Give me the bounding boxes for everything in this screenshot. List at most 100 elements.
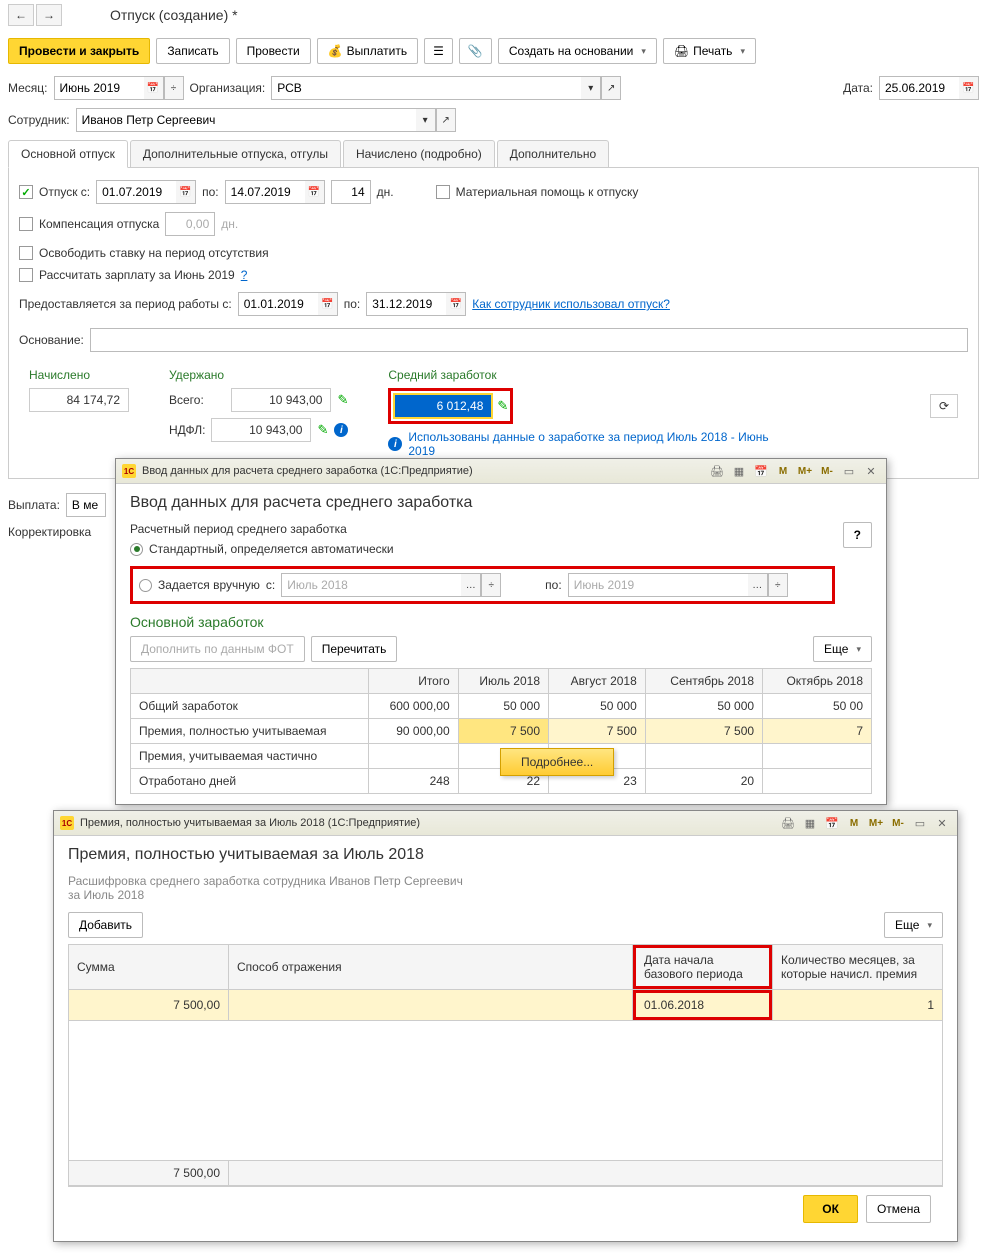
work-period-label: Предоставляется за период работы с: xyxy=(19,297,232,311)
table-header[interactable]: Сумма xyxy=(69,945,229,990)
table-header[interactable]: Дата начала базового периода xyxy=(633,945,773,990)
refresh-button[interactable]: ⟳ xyxy=(930,394,958,418)
close-icon[interactable]: ✕ xyxy=(862,463,880,479)
avg-earnings-value: 6 012,48 xyxy=(393,393,493,419)
m-minus-button[interactable]: M- xyxy=(818,463,836,479)
pencil-icon[interactable]: ✎ xyxy=(497,398,508,414)
list-icon-button[interactable]: ☰ xyxy=(424,38,453,64)
compensation-days-input[interactable] xyxy=(165,212,215,236)
payment-input[interactable] xyxy=(66,493,106,517)
radio-manual[interactable] xyxy=(139,579,152,592)
tab-accrued-detail[interactable]: Начислено (подробно) xyxy=(343,140,495,167)
print-icon[interactable]: 🖨 xyxy=(779,815,797,831)
table-header[interactable]: Итого xyxy=(368,669,458,694)
nav-forward-button[interactable]: → xyxy=(36,4,62,26)
vacation-checkbox[interactable] xyxy=(19,185,33,199)
table-header[interactable]: Количество месяцев, за которые начисл. п… xyxy=(773,945,943,990)
m-button[interactable]: M xyxy=(774,463,792,479)
open-icon[interactable]: ↗ xyxy=(601,76,621,100)
fill-fot-button[interactable]: Дополнить по данным ФОТ xyxy=(130,636,305,662)
tab-additional[interactable]: Дополнительные отпуска, отгулы xyxy=(130,140,341,167)
more-button[interactable]: Еще xyxy=(884,912,943,938)
minimize-icon[interactable]: ▭ xyxy=(911,815,929,831)
pencil-icon[interactable]: ✎ xyxy=(337,392,348,408)
create-based-button[interactable]: Создать на основании xyxy=(498,38,657,64)
accrued-value: 84 174,72 xyxy=(29,388,129,412)
m-plus-button[interactable]: M+ xyxy=(796,463,814,479)
table-header[interactable]: Способ отражения xyxy=(229,945,633,990)
vacation-days-input[interactable] xyxy=(331,180,371,204)
tab-extra[interactable]: Дополнительно xyxy=(497,140,609,167)
save-button[interactable]: Записать xyxy=(156,38,229,64)
tab-main-vacation[interactable]: Основной отпуск xyxy=(8,140,128,168)
table-header[interactable]: Сентябрь 2018 xyxy=(645,669,762,694)
grid-icon[interactable]: ▦ xyxy=(730,463,748,479)
table-header[interactable] xyxy=(131,669,369,694)
m-plus-button[interactable]: M+ xyxy=(867,815,885,831)
employee-input[interactable] xyxy=(76,108,416,132)
ndfl-value: 10 943,00 xyxy=(211,418,311,442)
calendar-icon[interactable]: 📅 xyxy=(318,292,338,316)
compensation-checkbox[interactable] xyxy=(19,217,33,231)
org-input[interactable] xyxy=(271,76,581,100)
vacation-to-input[interactable] xyxy=(225,180,305,204)
nav-back-button[interactable]: ← xyxy=(8,4,34,26)
post-button[interactable]: Провести xyxy=(236,38,311,64)
vacation-from-input[interactable] xyxy=(96,180,176,204)
vacation-from-label: Отпуск с: xyxy=(39,185,90,199)
print-button[interactable]: 🖨 Печать xyxy=(663,38,756,64)
cancel-button[interactable]: Отмена xyxy=(866,1195,931,1223)
recalc-button[interactable]: Перечитать xyxy=(311,636,398,662)
ok-button[interactable]: ОК xyxy=(803,1195,858,1223)
table-header[interactable]: Июль 2018 xyxy=(458,669,548,694)
m-button[interactable]: M xyxy=(845,815,863,831)
calendar-icon[interactable]: 📅 xyxy=(144,76,164,100)
post-close-button[interactable]: Провести и закрыть xyxy=(8,38,150,64)
basis-input[interactable] xyxy=(90,328,968,352)
close-icon[interactable]: ✕ xyxy=(933,815,951,831)
radio-auto-label: Стандартный, определяется автоматически xyxy=(149,542,394,556)
month-input[interactable] xyxy=(54,76,144,100)
employee-label: Сотрудник: xyxy=(8,113,70,127)
how-used-link[interactable]: Как сотрудник использовал отпуск? xyxy=(472,297,670,311)
add-button[interactable]: Добавить xyxy=(68,912,143,938)
dropdown-icon[interactable]: ▾ xyxy=(581,76,601,100)
ellipsis-icon[interactable]: … xyxy=(461,573,481,597)
calendar-icon[interactable]: 📅 xyxy=(959,76,979,100)
calendar-icon[interactable]: 📅 xyxy=(176,180,196,204)
release-checkbox[interactable] xyxy=(19,246,33,260)
manual-from-input[interactable] xyxy=(281,573,461,597)
correction-label: Корректировка xyxy=(8,525,91,539)
calendar-icon[interactable]: 📅 xyxy=(752,463,770,479)
m-minus-button[interactable]: M- xyxy=(889,815,907,831)
calc-salary-checkbox[interactable] xyxy=(19,268,33,282)
spinner-icon[interactable]: ÷ xyxy=(481,573,501,597)
more-button[interactable]: Еще xyxy=(813,636,872,662)
period-to-input[interactable] xyxy=(366,292,446,316)
open-icon[interactable]: ↗ xyxy=(436,108,456,132)
minimize-icon[interactable]: ▭ xyxy=(840,463,858,479)
date-input[interactable] xyxy=(879,76,959,100)
pencil-icon[interactable]: ✎ xyxy=(317,422,328,438)
table-header[interactable]: Октябрь 2018 xyxy=(763,669,872,694)
info-icon[interactable]: i xyxy=(334,423,348,437)
print-icon[interactable]: 🖨 xyxy=(708,463,726,479)
calendar-icon[interactable]: 📅 xyxy=(823,815,841,831)
dropdown-icon[interactable]: ▾ xyxy=(416,108,436,132)
calendar-icon[interactable]: 📅 xyxy=(305,180,325,204)
manual-to-input[interactable] xyxy=(568,573,748,597)
spinner-icon[interactable]: ÷ xyxy=(768,573,788,597)
grid-icon[interactable]: ▦ xyxy=(801,815,819,831)
help-icon[interactable]: ? xyxy=(241,268,248,282)
table-header[interactable]: Август 2018 xyxy=(549,669,646,694)
ellipsis-icon[interactable]: … xyxy=(748,573,768,597)
radio-auto[interactable] xyxy=(130,543,143,556)
help-button[interactable]: ? xyxy=(843,522,872,548)
spinner-icon[interactable]: ÷ xyxy=(164,76,184,100)
matpom-checkbox[interactable] xyxy=(436,185,450,199)
period-from-input[interactable] xyxy=(238,292,318,316)
calendar-icon[interactable]: 📅 xyxy=(446,292,466,316)
pay-button[interactable]: 💰Выплатить xyxy=(317,38,418,64)
attach-icon-button[interactable]: 📎 xyxy=(459,38,492,64)
detail-popover[interactable]: Подробнее... xyxy=(500,748,614,776)
